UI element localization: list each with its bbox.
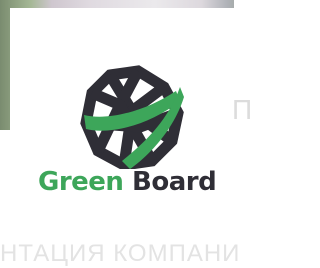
brand-word-green: Green [38, 167, 124, 197]
background-caption: НТАЦИЯ КОМПАНИ [0, 240, 241, 267]
brand-name: Green Board [38, 167, 238, 197]
right-panel [234, 0, 258, 263]
green-board-logo-mark-icon [80, 65, 184, 169]
background-slide-text: П [232, 94, 254, 125]
brand-word-board: Board [132, 167, 217, 197]
